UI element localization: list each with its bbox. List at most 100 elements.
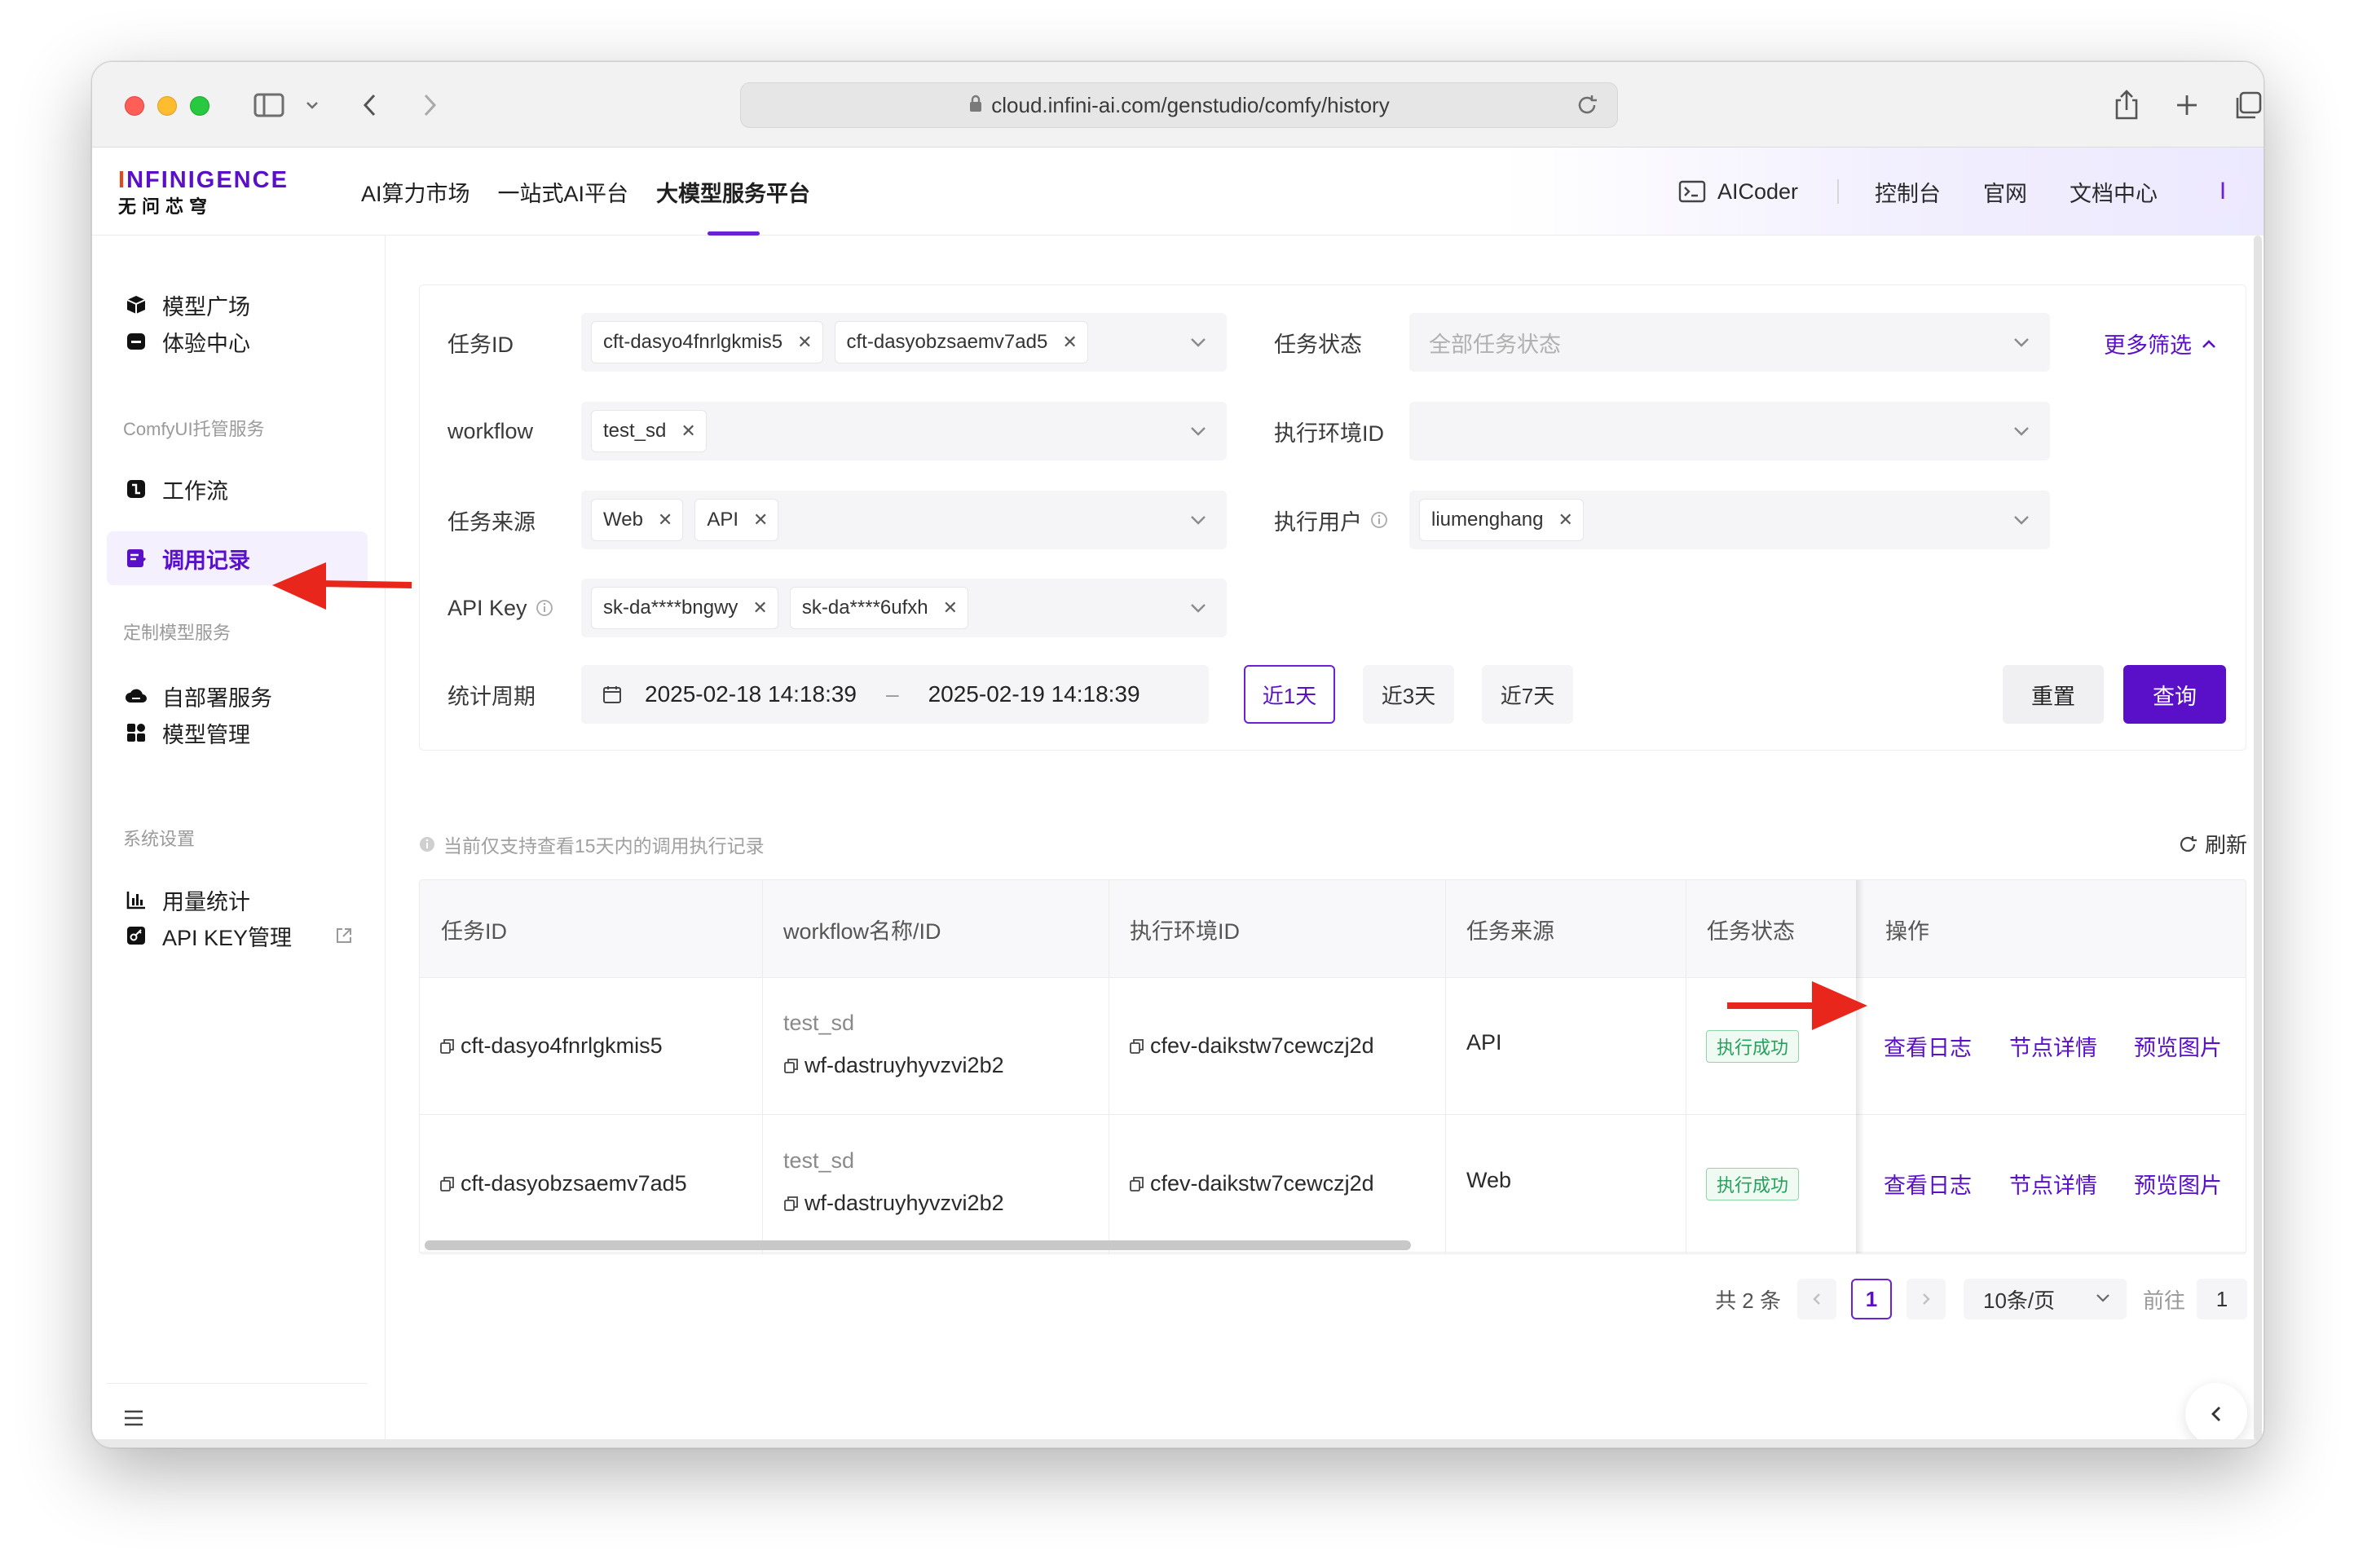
- browser-titlebar: cloud.infini-ai.com/genstudio/comfy/hist…: [92, 62, 2264, 148]
- refresh-button[interactable]: 刷新: [2177, 829, 2247, 859]
- close-icon[interactable]: ✕: [1062, 332, 1077, 353]
- range-1-day-button[interactable]: 近1天: [1244, 665, 1335, 724]
- query-button[interactable]: 查询: [2123, 665, 2226, 724]
- task-source-select[interactable]: Web ✕ API ✕: [581, 491, 1227, 549]
- task-id-select[interactable]: cft-dasyo4fnrlgkmis5 ✕ cft-dasyobzsaemv7a…: [581, 313, 1227, 372]
- task-id-text: cft-dasyo4fnrlgkmis5: [461, 1033, 663, 1058]
- calendar-icon: [602, 685, 622, 704]
- table-header: 任务ID workflow名称/ID 执行环境ID 任务来源 任务状态 操作: [420, 880, 2246, 978]
- aicoder-link[interactable]: AICoder: [1717, 179, 1798, 205]
- docs-link[interactable]: 文档中心: [2070, 176, 2158, 208]
- page-number-1[interactable]: 1: [1850, 1279, 1892, 1319]
- workflow-id-text: wf-dastruyhyvzvi2b2: [805, 1053, 1004, 1077]
- next-page-button[interactable]: [1906, 1279, 1946, 1319]
- logo-subtext: 无问芯穹: [118, 196, 214, 217]
- preview-image-link[interactable]: 预览图片: [2134, 1030, 2222, 1062]
- sidebar-section-system-settings: 系统设置: [123, 829, 196, 849]
- nav-ai-compute-market[interactable]: AI算力市场: [361, 148, 470, 236]
- nav-model-service-platform[interactable]: 大模型服务平台: [656, 148, 810, 236]
- filter-tag: sk-da****bngwy ✕: [591, 587, 778, 629]
- task-id-cell[interactable]: cft-dasyobzsaemv7ad5: [439, 1171, 687, 1196]
- view-log-link[interactable]: 查看日志: [1884, 1030, 1972, 1062]
- lock-icon: [968, 93, 983, 118]
- sidebar-divider: [107, 1383, 368, 1384]
- table-row: cft-dasyo4fnrlgkmis5 test_sd wf-dastruyh…: [420, 978, 2246, 1115]
- sidebar-item-label: API KEY管理: [162, 925, 293, 950]
- minimize-window-button[interactable]: [157, 96, 177, 116]
- console-link[interactable]: 控制台: [1875, 176, 1941, 208]
- preview-image-link[interactable]: 预览图片: [2134, 1168, 2222, 1200]
- copy-icon[interactable]: [783, 1058, 800, 1074]
- workflow-select[interactable]: test_sd ✕: [581, 402, 1227, 460]
- user-avatar[interactable]: I: [2198, 167, 2247, 216]
- collapse-panel-button[interactable]: [2185, 1383, 2247, 1445]
- prev-page-button[interactable]: [1796, 1279, 1836, 1319]
- reload-icon[interactable]: [1575, 93, 1599, 123]
- close-icon[interactable]: ✕: [1558, 509, 1572, 531]
- date-end[interactable]: 2025-02-19 14:18:39: [928, 681, 1140, 707]
- chevron-down-icon: [1189, 420, 1207, 443]
- fixed-column-shadow: [1856, 880, 1864, 1253]
- info-icon[interactable]: [1370, 511, 1388, 529]
- copy-icon[interactable]: [1129, 1038, 1145, 1055]
- share-icon[interactable]: [2110, 86, 2143, 124]
- filter-tag: Web ✕: [591, 499, 684, 541]
- copy-icon[interactable]: [439, 1176, 456, 1192]
- env-id-cell[interactable]: cfev-daikstw7cewczj2d: [1129, 1171, 1374, 1196]
- range-7-day-button[interactable]: 近7天: [1482, 665, 1573, 724]
- task-id-cell[interactable]: cft-dasyo4fnrlgkmis5: [439, 1033, 663, 1059]
- sidebar-item-experience-center[interactable]: 体验中心: [107, 315, 368, 368]
- close-icon[interactable]: ✕: [681, 421, 695, 442]
- sidebar-toggle-icon[interactable]: [251, 86, 287, 124]
- copy-icon[interactable]: [783, 1196, 800, 1212]
- task-id-label: 任务ID: [447, 332, 514, 357]
- close-icon[interactable]: ✕: [797, 332, 812, 353]
- range-3-day-button[interactable]: 近3天: [1363, 665, 1454, 724]
- header-divider: [1837, 179, 1839, 204]
- chevron-down-icon[interactable]: [302, 86, 322, 124]
- brand-logo[interactable]: INFINIGENCE 无问芯穹: [118, 167, 289, 218]
- close-window-button[interactable]: [125, 96, 144, 116]
- goto-label: 前往: [2142, 1288, 2185, 1313]
- page-size-select[interactable]: 10条/页: [1963, 1279, 2127, 1319]
- goto-page-input[interactable]: 1: [2197, 1279, 2247, 1319]
- sidebar-item-api-key-management[interactable]: API KEY管理: [107, 909, 368, 962]
- workflow-id-cell[interactable]: wf-dastruyhyvzvi2b2: [783, 1191, 1004, 1216]
- copy-icon[interactable]: [439, 1038, 456, 1055]
- env-id-cell[interactable]: cfev-daikstw7cewczj2d: [1129, 1033, 1374, 1059]
- nav-one-stop-ai-platform[interactable]: 一站式AI平台: [498, 148, 629, 236]
- date-range-picker[interactable]: 2025-02-18 14:18:39 – 2025-02-19 14:18:3…: [581, 665, 1209, 724]
- exec-user-label-text: 执行用户: [1274, 509, 1362, 535]
- api-key-select[interactable]: sk-da****bngwy ✕ sk-da****6ufxh ✕: [581, 579, 1227, 637]
- back-icon[interactable]: [357, 86, 381, 124]
- menu-icon[interactable]: [123, 1409, 144, 1431]
- task-status-select[interactable]: 全部任务状态: [1409, 313, 2050, 372]
- new-tab-icon[interactable]: [2172, 86, 2202, 124]
- date-start[interactable]: 2025-02-18 14:18:39: [645, 681, 857, 707]
- vertical-scrollbar[interactable]: [2254, 236, 2262, 1441]
- info-icon[interactable]: [536, 599, 553, 617]
- reset-button[interactable]: 重置: [2003, 665, 2104, 724]
- node-detail-link[interactable]: 节点详情: [2009, 1030, 2097, 1062]
- address-bar[interactable]: cloud.infini-ai.com/genstudio/comfy/hist…: [740, 82, 1618, 128]
- tab-overview-icon[interactable]: [2232, 86, 2264, 124]
- horizontal-scrollbar[interactable]: [425, 1240, 1411, 1250]
- sidebar-item-workflow[interactable]: 工作流: [107, 462, 368, 516]
- website-link[interactable]: 官网: [1983, 176, 2027, 208]
- zoom-window-button[interactable]: [190, 96, 209, 116]
- node-detail-link[interactable]: 节点详情: [2009, 1168, 2097, 1200]
- close-icon[interactable]: ✕: [753, 509, 768, 531]
- env-id-select[interactable]: [1409, 402, 2050, 460]
- close-icon[interactable]: ✕: [943, 597, 958, 619]
- pagination: 共 2 条 1 10条/页 前往 1: [1715, 1279, 2247, 1319]
- close-icon[interactable]: ✕: [752, 597, 767, 619]
- forward-icon[interactable]: [418, 86, 443, 124]
- workflow-id-cell[interactable]: wf-dastruyhyvzvi2b2: [783, 1053, 1004, 1078]
- exec-user-select[interactable]: liumenghang ✕: [1409, 491, 2050, 549]
- sidebar-item-model-management[interactable]: 模型管理: [107, 706, 368, 760]
- view-log-link[interactable]: 查看日志: [1884, 1168, 1972, 1200]
- column-status: 任务状态: [1707, 918, 1795, 944]
- close-icon[interactable]: ✕: [658, 509, 672, 531]
- more-filter-button[interactable]: 更多筛选: [2104, 328, 2216, 359]
- copy-icon[interactable]: [1129, 1176, 1145, 1192]
